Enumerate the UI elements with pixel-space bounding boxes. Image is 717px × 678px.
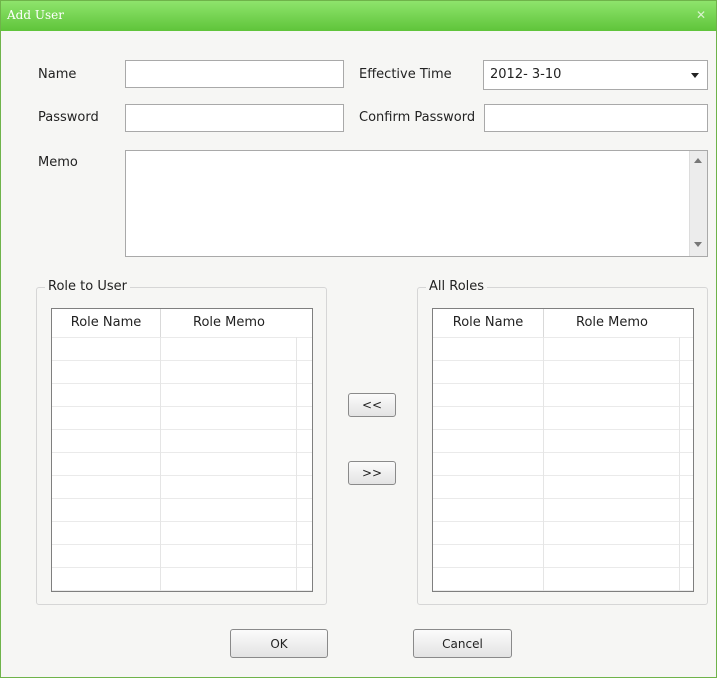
title-bar[interactable]: Add User ✕ [1, 1, 716, 31]
all-roles-table[interactable]: Role Name Role Memo [432, 308, 694, 592]
table-rows [52, 337, 312, 591]
ok-button[interactable]: OK [230, 629, 328, 658]
all-roles-title: All Roles [426, 279, 488, 294]
add-user-dialog: Add User ✕ Name Effective Time 2012- 3-1… [0, 0, 717, 678]
name-label: Name [38, 67, 77, 82]
name-field[interactable] [125, 60, 344, 88]
close-icon[interactable]: ✕ [696, 8, 706, 22]
column-header-role-name[interactable]: Role Name [433, 309, 543, 337]
memo-scrollbar[interactable] [689, 151, 707, 256]
confirm-password-field[interactable] [484, 104, 708, 132]
column-divider [160, 337, 161, 591]
column-divider [543, 337, 544, 591]
table-header: Role Name Role Memo [433, 309, 693, 338]
scroll-up-icon[interactable] [694, 158, 702, 163]
column-divider [296, 337, 297, 591]
column-divider [679, 337, 680, 591]
cancel-button[interactable]: Cancel [413, 629, 512, 658]
table-rows [433, 337, 693, 591]
role-to-user-title: Role to User [45, 279, 130, 294]
effective-time-value: 2012- 3-10 [490, 67, 562, 82]
dialog-title: Add User [7, 8, 64, 22]
chevron-down-icon[interactable] [691, 73, 699, 78]
effective-time-label: Effective Time [359, 67, 452, 82]
role-to-user-table[interactable]: Role Name Role Memo [51, 308, 313, 592]
password-field[interactable] [125, 104, 344, 132]
confirm-password-label: Confirm Password [359, 110, 476, 125]
role-to-user-group: Role to User Role Name Role Memo [36, 279, 327, 605]
column-header-role-memo[interactable]: Role Memo [160, 309, 297, 337]
move-to-user-button[interactable]: << [348, 393, 396, 417]
table-header: Role Name Role Memo [52, 309, 312, 338]
column-header-role-memo[interactable]: Role Memo [543, 309, 680, 337]
move-to-all-roles-button[interactable]: >> [348, 461, 396, 485]
column-header-role-name[interactable]: Role Name [52, 309, 160, 337]
memo-label: Memo [38, 155, 78, 170]
scroll-down-icon[interactable] [694, 242, 702, 247]
memo-textarea[interactable] [125, 150, 708, 257]
effective-time-select[interactable]: 2012- 3-10 [483, 60, 708, 90]
password-label: Password [38, 110, 99, 125]
all-roles-group: All Roles Role Name Role Memo [417, 279, 708, 605]
